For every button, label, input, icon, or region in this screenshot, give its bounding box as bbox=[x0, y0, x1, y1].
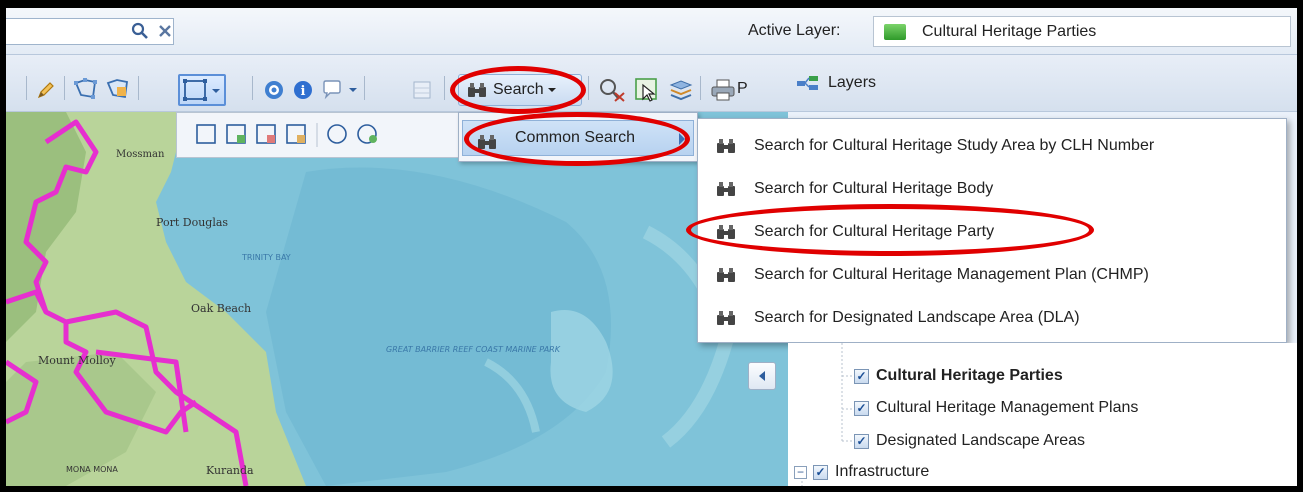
map-label-marine-park: GREAT BARRIER REEF COAST MARINE PARK bbox=[386, 345, 561, 354]
svg-text:i: i bbox=[301, 84, 306, 99]
magnifier-icon[interactable] bbox=[130, 21, 150, 41]
layer-label: Designated Landscape Areas bbox=[876, 432, 1086, 449]
comment-icon[interactable] bbox=[320, 78, 360, 102]
menu-item-search[interactable]: Search for Cultural Heritage Study Area … bbox=[698, 124, 1286, 167]
active-layer-select[interactable]: Cultural Heritage Parties bbox=[873, 16, 1291, 47]
layer-item-cultural-heritage-management-plans[interactable]: ✓ Cultural Heritage Management Plans bbox=[854, 396, 1138, 420]
print-label[interactable]: P bbox=[737, 80, 748, 98]
polygon-edit-icon[interactable] bbox=[104, 76, 132, 102]
info-icon[interactable]: i bbox=[291, 78, 315, 102]
binoculars-icon bbox=[717, 139, 735, 153]
measure-icon[interactable] bbox=[596, 76, 628, 104]
rectangle-select-icon[interactable] bbox=[178, 74, 226, 106]
highlight-ellipse bbox=[464, 112, 690, 166]
polygon-select-icon[interactable] bbox=[72, 76, 100, 102]
active-layer-label: Active Layer: bbox=[748, 22, 841, 39]
map-label-kuranda: Kuranda bbox=[206, 464, 254, 477]
menu-item-label: Search for Cultural Heritage Management … bbox=[754, 265, 1149, 283]
layer-group-infrastructure[interactable]: − ✓ Infrastructure bbox=[794, 460, 929, 484]
layer-label: Cultural Heritage Management Plans bbox=[876, 399, 1139, 416]
toolbar-separator bbox=[444, 76, 445, 100]
select-icon[interactable] bbox=[632, 76, 662, 104]
layer-checkbox[interactable]: ✓ bbox=[854, 368, 869, 384]
pencil-icon[interactable] bbox=[34, 78, 58, 102]
draw-circle-icon[interactable] bbox=[327, 124, 347, 144]
map-image: Mossman Port Douglas TRINITY BAY Oak Bea… bbox=[6, 112, 788, 486]
layer-color-icon bbox=[884, 23, 906, 40]
map-label-oak-beach: Oak Beach bbox=[191, 302, 251, 315]
binoculars-icon bbox=[717, 268, 735, 282]
menu-item-search[interactable]: Search for Cultural Heritage Management … bbox=[698, 253, 1286, 296]
toolbar-separator bbox=[588, 76, 589, 100]
layer-label: Cultural Heritage Parties bbox=[876, 367, 1063, 384]
menu-item-label: Search for Cultural Heritage Study Area … bbox=[754, 136, 1155, 154]
active-layer-value: Cultural Heritage Parties bbox=[922, 22, 1097, 40]
layers-stack-icon[interactable] bbox=[666, 76, 696, 104]
chevron-left-icon bbox=[759, 371, 765, 381]
menu-item-search[interactable]: Search for Designated Landscape Area (DL… bbox=[698, 296, 1286, 339]
binoculars-icon bbox=[717, 311, 735, 325]
layer-tree: ✓ Cultural Heritage Parties ✓ Cultural H… bbox=[788, 343, 1297, 486]
toolbar-separator bbox=[364, 76, 365, 100]
collapse-panel-button[interactable] bbox=[748, 362, 776, 390]
binoculars-icon bbox=[717, 182, 735, 196]
layers-tree-icon bbox=[797, 76, 818, 90]
map-label-mona-mona: MONA MONA bbox=[66, 465, 118, 474]
highlight-ellipse bbox=[686, 204, 1094, 256]
map-label-mount-molloy: Mount Molloy bbox=[38, 354, 117, 367]
print-icon[interactable] bbox=[708, 76, 738, 104]
toolbar-separator bbox=[26, 76, 27, 100]
table-icon[interactable] bbox=[410, 78, 434, 102]
layer-label: Infrastructure bbox=[835, 463, 930, 480]
close-icon[interactable] bbox=[156, 22, 174, 40]
app-window: Active Layer: Cultural Heritage Parties … bbox=[6, 8, 1297, 486]
menu-item-label: Search for Cultural Heritage Body bbox=[754, 179, 994, 197]
draw-rectangle-icon[interactable] bbox=[196, 124, 216, 144]
layer-checkbox[interactable]: ✓ bbox=[854, 400, 869, 416]
layer-item-designated-landscape-areas[interactable]: ✓ Designated Landscape Areas bbox=[854, 429, 1085, 453]
toolbar-separator bbox=[700, 76, 701, 100]
map-label-port-douglas: Port Douglas bbox=[156, 216, 228, 229]
map-label-trinity-bay: TRINITY BAY bbox=[241, 253, 291, 262]
layer-checkbox[interactable]: ✓ bbox=[813, 464, 828, 480]
top-bar: Active Layer: Cultural Heritage Parties bbox=[6, 8, 1297, 55]
map-canvas[interactable]: Mossman Port Douglas TRINITY BAY Oak Bea… bbox=[6, 112, 788, 486]
collapse-icon[interactable]: − bbox=[794, 465, 807, 479]
menu-item-search[interactable]: Search for Cultural Heritage Body bbox=[698, 167, 1286, 210]
menu-item-label: Search for Designated Landscape Area (DL… bbox=[754, 308, 1080, 326]
layers-panel-title: Layers bbox=[828, 74, 877, 91]
map-label-mossman: Mossman bbox=[116, 149, 165, 160]
layer-checkbox[interactable]: ✓ bbox=[854, 433, 869, 449]
draw-tools-flyout bbox=[176, 112, 466, 158]
identify-icon[interactable] bbox=[262, 78, 286, 102]
toolbar-separator bbox=[138, 76, 139, 100]
highlight-ellipse bbox=[450, 66, 586, 114]
layers-panel-header: Layers bbox=[788, 55, 1297, 112]
layer-item-cultural-heritage-parties[interactable]: ✓ Cultural Heritage Parties bbox=[854, 364, 1063, 388]
toolbar-separator bbox=[252, 76, 253, 100]
toolbar-separator bbox=[64, 76, 65, 100]
